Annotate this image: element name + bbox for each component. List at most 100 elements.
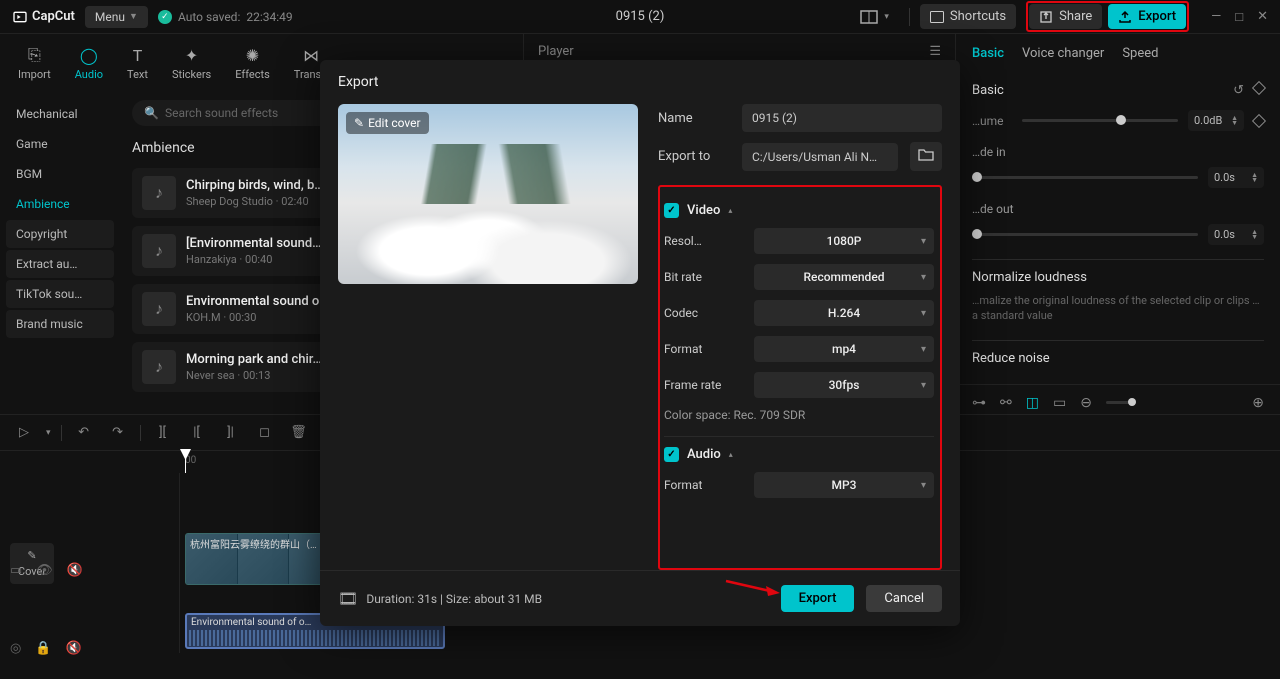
- keyframe-icon[interactable]: [1252, 81, 1266, 95]
- export-settings-highlight: ✓ Video ▴ Resol… 1080P Bit rate Recommen…: [658, 185, 942, 570]
- music-note-icon: ♪: [142, 292, 176, 326]
- codec-select[interactable]: H.264: [754, 300, 934, 326]
- magnet-icon[interactable]: ⊶: [972, 395, 986, 411]
- category-item[interactable]: TikTok sou…: [6, 280, 114, 308]
- volume-slider[interactable]: [1022, 119, 1178, 122]
- format-select[interactable]: mp4: [754, 336, 934, 362]
- edit-cover-button[interactable]: ✎ Edit cover: [346, 112, 429, 134]
- modal-export-button[interactable]: Export: [781, 585, 855, 612]
- audio-checkbox[interactable]: ✓: [664, 447, 679, 462]
- autosave-status: ✓ Auto saved: 22:34:49: [158, 10, 293, 24]
- split-tool[interactable]: ][: [151, 421, 175, 445]
- redo-button[interactable]: ↷: [106, 421, 130, 445]
- modal-cancel-button[interactable]: Cancel: [866, 585, 942, 612]
- exportto-input[interactable]: C:/Users/Usman Ali N…: [742, 143, 898, 171]
- preview-icon[interactable]: ▭: [1053, 395, 1066, 411]
- capcut-icon: [12, 9, 28, 25]
- category-item[interactable]: Game: [6, 130, 114, 158]
- fadeout-label: …de out: [972, 202, 1264, 216]
- pointer-tool[interactable]: ▷: [12, 421, 36, 445]
- keyframe-icon[interactable]: [1252, 113, 1266, 127]
- collapse-icon[interactable]: ▴: [728, 206, 732, 215]
- project-title: 0915 (2): [616, 9, 665, 24]
- topbar: CapCut Menu ▼ ✓ Auto saved: 22:34:49 091…: [0, 0, 1280, 34]
- category-item[interactable]: Brand music: [6, 310, 114, 338]
- normalize-desc: …malize the original loudness of the sel…: [972, 293, 1264, 324]
- pencil-icon: ✎: [27, 549, 36, 562]
- tab-voice-changer[interactable]: Voice changer: [1022, 46, 1104, 61]
- trim-right-tool[interactable]: ]|: [219, 421, 243, 445]
- fadein-value[interactable]: 0.0s▲▼: [1208, 167, 1264, 188]
- close-icon[interactable]: ✕: [1257, 9, 1268, 25]
- annotation-arrow: [724, 577, 780, 597]
- browse-folder-button[interactable]: [910, 142, 942, 171]
- mute-icon[interactable]: 🔇: [67, 563, 83, 578]
- tool-text[interactable]: TText: [117, 41, 158, 85]
- volume-value[interactable]: 0.0dB▲▼: [1188, 110, 1244, 131]
- add-icon[interactable]: ⊕: [1252, 395, 1264, 411]
- category-item[interactable]: Copyright: [6, 220, 114, 248]
- eye-icon[interactable]: 👁: [36, 563, 53, 578]
- align-icon[interactable]: ◫: [1026, 395, 1039, 411]
- fadein-label: …de in: [972, 145, 1264, 159]
- folder-icon: [918, 148, 934, 161]
- tool-import[interactable]: ⎘Import: [8, 41, 61, 85]
- tab-speed[interactable]: Speed: [1122, 46, 1158, 61]
- fadeout-slider[interactable]: [972, 233, 1198, 236]
- minimize-icon[interactable]: —: [1211, 9, 1221, 25]
- name-label: Name: [658, 111, 730, 126]
- exportto-label: Export to: [658, 149, 730, 164]
- duration-info: 🎞 Duration: 31s | Size: about 31 MB: [338, 589, 769, 608]
- undo-button[interactable]: ↶: [72, 421, 96, 445]
- reset-icon[interactable]: ↺: [1233, 83, 1244, 98]
- resolution-select[interactable]: 1080P: [754, 228, 934, 254]
- hamburger-icon[interactable]: ☰: [929, 44, 941, 59]
- share-button[interactable]: Share: [1029, 4, 1102, 29]
- export-button[interactable]: Export: [1108, 4, 1186, 29]
- check-icon: ✓: [158, 10, 172, 24]
- crop-tool[interactable]: ◻: [253, 421, 277, 445]
- maximize-icon[interactable]: □: [1235, 9, 1243, 25]
- keyboard-icon: [930, 11, 944, 23]
- app-name: CapCut: [32, 9, 75, 24]
- fadein-slider[interactable]: [972, 176, 1198, 179]
- chevron-down-icon[interactable]: ▾: [46, 428, 51, 438]
- lock-icon[interactable]: ▭: [10, 563, 22, 578]
- category-item[interactable]: Mechanical: [6, 100, 114, 128]
- playhead[interactable]: [185, 451, 186, 473]
- shortcuts-button[interactable]: Shortcuts: [920, 4, 1016, 29]
- link-icon[interactable]: ⚯: [1000, 395, 1012, 411]
- menu-button[interactable]: Menu ▼: [85, 6, 148, 28]
- reduce-noise-title: Reduce noise: [972, 351, 1264, 366]
- collapse-icon[interactable]: ▴: [729, 450, 733, 459]
- fadeout-value[interactable]: 0.0s▲▼: [1208, 224, 1264, 245]
- cover-preview: ✎ Edit cover: [338, 104, 638, 284]
- name-input[interactable]: 0915 (2): [742, 104, 942, 132]
- bitrate-select[interactable]: Recommended: [754, 264, 934, 290]
- export-icon: [1118, 10, 1132, 24]
- eye-icon[interactable]: 🔒: [35, 641, 51, 656]
- framerate-select[interactable]: 30fps: [754, 372, 934, 398]
- tool-stickers[interactable]: ✦Stickers: [162, 41, 221, 85]
- basic-header: Basic: [972, 83, 1004, 98]
- category-item[interactable]: Extract au…: [6, 250, 114, 278]
- music-note-icon: ♪: [142, 176, 176, 210]
- zoom-out-icon[interactable]: ⊖: [1080, 395, 1092, 411]
- ratio-button[interactable]: ▾: [850, 5, 899, 29]
- delete-tool[interactable]: 🗑: [287, 421, 311, 445]
- video-checkbox[interactable]: ✓: [664, 203, 679, 218]
- category-item[interactable]: Ambience: [6, 190, 114, 218]
- lock-icon[interactable]: ◎: [10, 641, 21, 656]
- color-space-text: Color space: Rec. 709 SDR: [664, 408, 934, 422]
- share-export-highlight: Share Export: [1026, 1, 1189, 32]
- audio-format-select[interactable]: MP3: [754, 472, 934, 498]
- pencil-icon: ✎: [354, 116, 364, 130]
- trim-left-tool[interactable]: |[: [185, 421, 209, 445]
- volume-label: …ume: [972, 114, 1012, 128]
- mute-icon[interactable]: 🔇: [66, 641, 82, 656]
- chevron-down-icon: ▼: [129, 11, 138, 22]
- tool-audio[interactable]: ◯Audio: [65, 41, 113, 85]
- category-item[interactable]: BGM: [6, 160, 114, 188]
- tool-effects[interactable]: ✺Effects: [225, 41, 280, 85]
- tab-basic[interactable]: Basic: [972, 46, 1004, 61]
